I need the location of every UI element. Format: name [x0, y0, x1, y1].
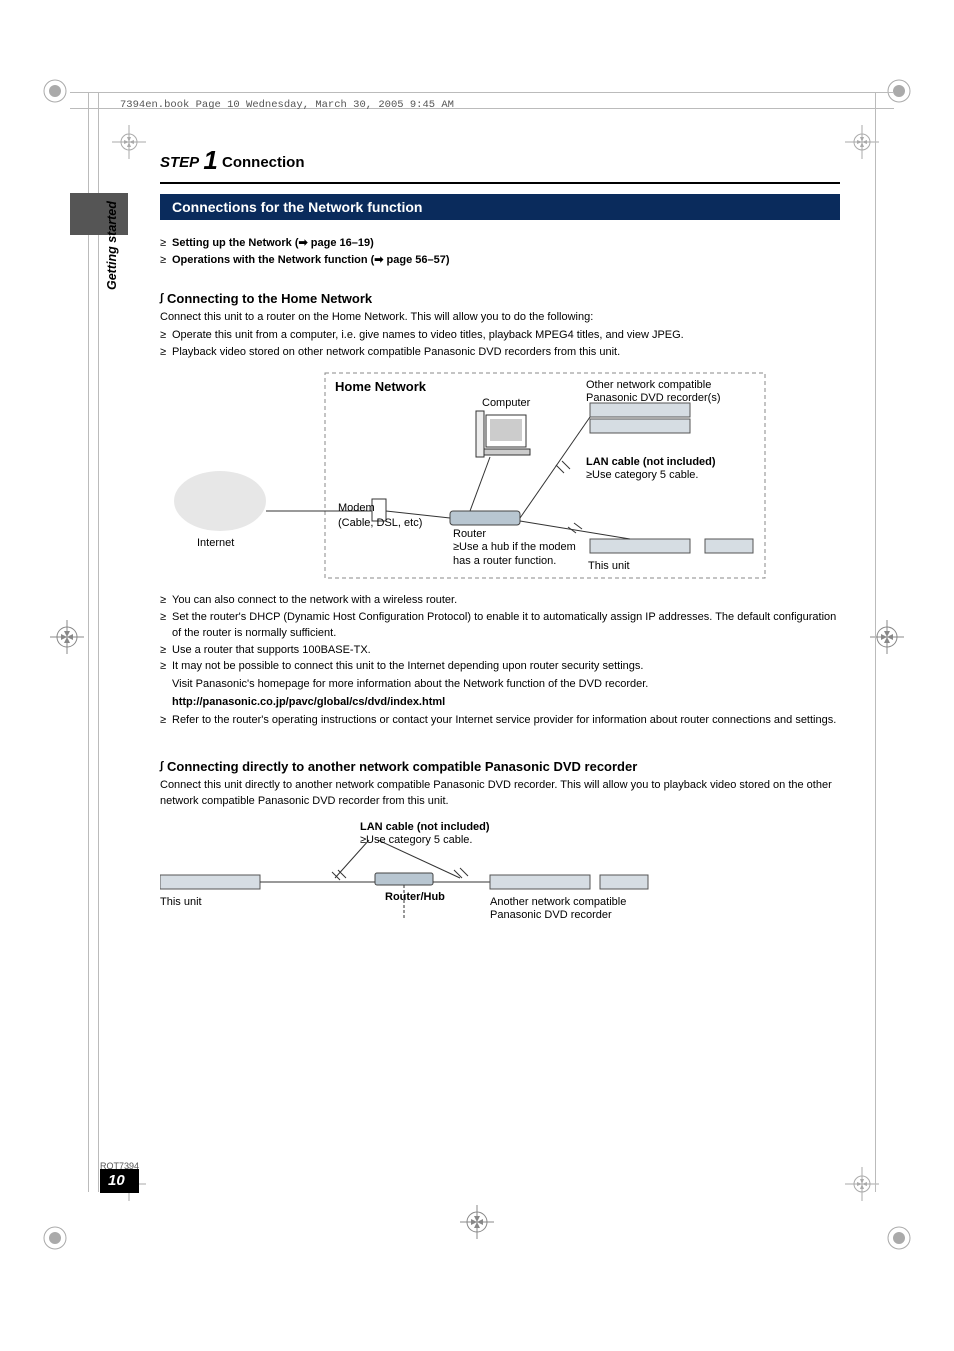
label-lan-note: ≥Use category 5 cable. — [586, 468, 698, 482]
side-tab-box — [70, 193, 128, 235]
label-computer: Computer — [482, 396, 530, 410]
home-network-diagram: Home Network Internet Modem (Cable, DSL,… — [170, 371, 770, 581]
bullet-text: You can also connect to the network with… — [172, 593, 457, 609]
bullet-text: Refer to the router's operating instruct… — [172, 713, 836, 729]
label-this-unit: This unit — [588, 559, 630, 573]
step-number: 1 — [203, 145, 217, 175]
section-heading: Connections for the Network function — [160, 194, 840, 220]
direct-connection-diagram: LAN cable (not included) ≥Use category 5… — [160, 820, 680, 930]
page: 7394en.book Page 10 Wednesday, March 30,… — [0, 0, 954, 1351]
bullet-item: ≥Playback video stored on other network … — [160, 345, 840, 361]
bullet-text: It may not be possible to connect this u… — [172, 659, 643, 675]
registration-mark-icon — [42, 78, 68, 104]
trim-line — [70, 92, 894, 93]
bullet-item: ≥It may not be possible to connect this … — [160, 659, 840, 675]
side-tab-label: Getting started — [105, 201, 119, 290]
body-text: Connect this unit to a router on the Hom… — [160, 310, 840, 326]
body-text: Connect this unit directly to another ne… — [160, 778, 840, 810]
subsection-heading-text: Connecting directly to another network c… — [167, 759, 637, 774]
bullet-text: Operate this unit from a computer, i.e. … — [172, 328, 684, 344]
registration-mark-icon — [886, 78, 912, 104]
reference-text: Setting up the Network (➡ page 16–19) — [172, 236, 374, 252]
step-rest: Connection — [218, 154, 305, 171]
crop-mark-icon — [460, 1205, 494, 1239]
label-router-note: ≥Use a hub if the modem has a router fun… — [453, 540, 583, 569]
step-title: STEP 1 Connection — [160, 145, 840, 176]
registration-mark-icon — [886, 1225, 912, 1251]
bullet-item: ≥Operate this unit from a computer, i.e.… — [160, 328, 840, 344]
print-header: 7394en.book Page 10 Wednesday, March 30,… — [120, 99, 834, 111]
crop-mark-icon — [845, 125, 879, 159]
title-rule — [160, 182, 840, 184]
page-number: 10 — [100, 1169, 139, 1193]
step-word: STEP — [160, 154, 199, 171]
label-lan-note: ≥Use category 5 cable. — [360, 833, 472, 847]
bullet-text: Playback video stored on other network c… — [172, 345, 620, 361]
crop-mark-icon — [50, 620, 84, 654]
bullet-text: Use a router that supports 100BASE-TX. — [172, 643, 371, 659]
label-other-recorder2: Panasonic DVD recorder(s) — [586, 391, 721, 405]
subsection-heading-text: Connecting to the Home Network — [167, 291, 372, 306]
label-other-recorder2: Panasonic DVD recorder — [490, 908, 612, 922]
trim-line — [88, 92, 89, 1192]
trim-line — [875, 92, 876, 1192]
registration-mark-icon — [42, 1225, 68, 1251]
bullet-item: ≥Use a router that supports 100BASE-TX. — [160, 643, 840, 659]
reference-text: Operations with the Network function (➡ … — [172, 253, 450, 269]
diagram-title: Home Network — [335, 379, 426, 396]
bullet-item: ≥You can also connect to the network wit… — [160, 593, 840, 609]
label-this-unit: This unit — [160, 895, 202, 909]
label-internet: Internet — [197, 536, 234, 550]
body-text: Visit Panasonic's homepage for more info… — [172, 677, 840, 693]
label-router-hub: Router/Hub — [385, 890, 445, 904]
reference-line: ≥Setting up the Network (➡ page 16–19) — [160, 236, 840, 252]
label-modem2: (Cable, DSL, etc) — [338, 516, 422, 530]
subsection-heading: ∫Connecting to the Home Network — [160, 291, 840, 306]
subsection-heading: ∫Connecting directly to another network … — [160, 759, 840, 774]
bullet-text: Set the router's DHCP (Dynamic Host Conf… — [172, 610, 840, 642]
reference-line: ≥Operations with the Network function (➡… — [160, 253, 840, 269]
bullet-item: ≥Refer to the router's operating instruc… — [160, 713, 840, 729]
crop-mark-icon — [112, 125, 146, 159]
crop-mark-icon — [845, 1167, 879, 1201]
trim-line — [98, 92, 99, 1192]
content-area: STEP 1 Connection Connections for the Ne… — [160, 145, 840, 930]
bullet-item: ≥Set the router's DHCP (Dynamic Host Con… — [160, 610, 840, 642]
reference-url: http://panasonic.co.jp/pavc/global/cs/dv… — [172, 695, 840, 711]
label-modem: Modem — [338, 501, 375, 515]
